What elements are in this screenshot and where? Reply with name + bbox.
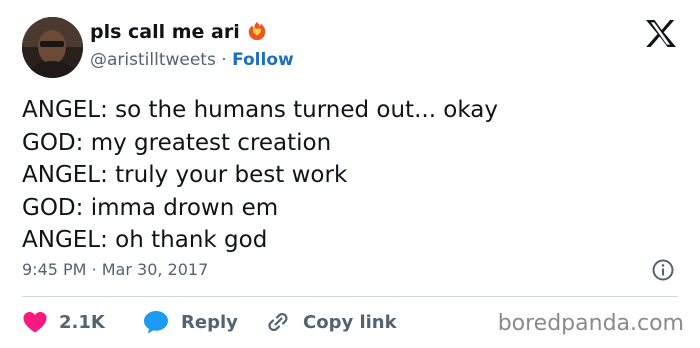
author-display-name[interactable]: pls call me ari xyxy=(90,21,240,43)
handle-separator: · xyxy=(221,50,227,70)
tweet-timestamp[interactable]: 9:45 PM · Mar 30, 2017 xyxy=(22,259,208,281)
link-icon xyxy=(268,312,288,332)
timestamp-separator: · xyxy=(91,260,97,279)
tweet-line: ANGEL: oh thank god xyxy=(22,227,268,253)
heart-fire-badge-icon xyxy=(248,21,266,41)
author-name-row[interactable]: pls call me ari xyxy=(90,19,268,45)
speech-bubble-icon xyxy=(144,311,168,334)
tweet-line: ANGEL: so the humans turned out... okay xyxy=(22,97,499,123)
follow-button[interactable]: Follow xyxy=(232,50,294,70)
avatar[interactable] xyxy=(22,17,83,78)
reply-button[interactable]: Reply xyxy=(142,309,238,335)
watermark: boredpanda.com xyxy=(497,311,684,336)
x-logo-icon[interactable] xyxy=(645,19,677,48)
heart-icon xyxy=(23,312,47,333)
tweet-line: ANGEL: truly your best work xyxy=(22,162,348,188)
like-count: 2.1K xyxy=(59,311,105,333)
tweet-date[interactable]: Mar 30, 2017 xyxy=(102,260,209,279)
tweet-line: GOD: my greatest creation xyxy=(22,129,332,156)
tweet-time[interactable]: 9:45 PM xyxy=(22,260,86,279)
divider xyxy=(22,296,678,297)
tweet-line: GOD: imma drown em xyxy=(22,194,279,221)
tweet-text: ANGEL: so the humans turned out... okay … xyxy=(22,94,682,257)
reply-label: Reply xyxy=(181,311,238,333)
info-icon[interactable] xyxy=(651,258,675,282)
copy-link-button[interactable]: Copy link xyxy=(264,309,397,335)
like-button[interactable]: 2.1K xyxy=(22,309,105,335)
author-handle[interactable]: @aristilltweets xyxy=(90,50,216,70)
copy-link-label: Copy link xyxy=(303,311,397,333)
author-handle-row: @aristilltweets · Follow xyxy=(90,49,294,71)
